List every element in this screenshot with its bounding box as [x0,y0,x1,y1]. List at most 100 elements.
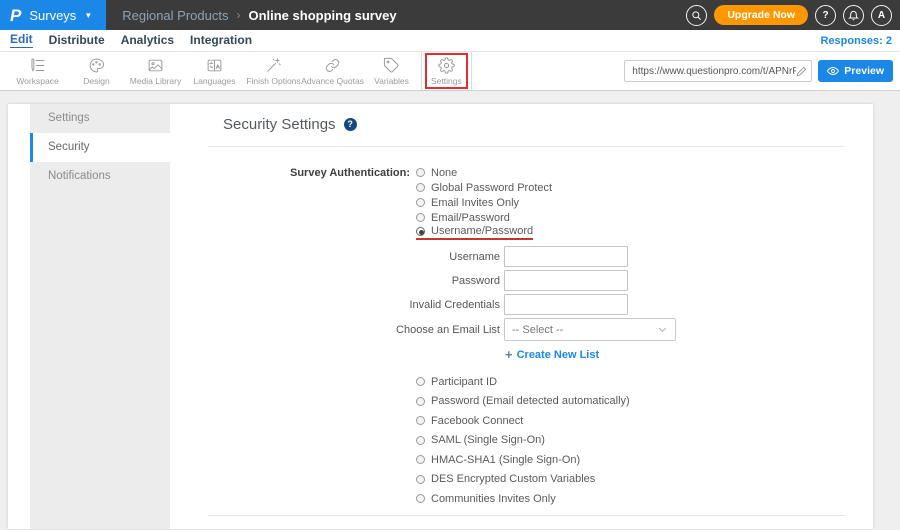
radio-icon[interactable] [416,168,425,177]
radio-option-label: DES Encrypted Custom Variables [431,473,596,485]
radio-option-facebook-connect[interactable]: Facebook Connect [416,413,523,428]
avatar-initial: A [877,9,886,21]
toolbar-item-advance-quotas[interactable]: Advance Quotas [301,57,364,86]
radio-option-hmac-sha1[interactable]: HMAC-SHA1 (Single Sign-On) [416,452,580,467]
radio-option-label: Password (Email detected automatically) [431,395,630,407]
nav-tab-integration[interactable]: Integration [190,33,252,47]
radio-option-password-email-auto[interactable]: Password (Email detected automatically) [416,394,630,409]
invalid-credentials-row: Invalid Credentials [208,294,845,315]
radio-option-global-password[interactable]: Global Password Protect [416,180,552,195]
toolbar-divider [470,52,472,90]
account-avatar[interactable]: A [871,4,892,26]
radio-option-none[interactable]: None [416,165,457,180]
survey-url-field[interactable]: https://www.questionpro.com/t/APNrFZ [624,60,813,82]
radio-icon[interactable] [416,213,425,222]
breadcrumb-separator-icon: › [236,8,241,22]
edit-pencil-icon[interactable] [796,66,807,77]
responses-count[interactable]: Responses: 2 [820,35,892,47]
breadcrumb: Regional Products › Online shopping surv… [122,8,396,23]
password-label: Password [451,274,500,287]
toolbar-item-settings[interactable]: Settings [425,53,468,89]
finish-options-wand-icon [267,57,281,72]
radio-option-label: Facebook Connect [431,414,524,427]
settings-card: Settings Security Notifications Security… [8,104,873,529]
toolbar-item-label: Media Library [129,75,182,86]
toolbar-item-finish-options[interactable]: Finish Options [244,57,303,86]
email-list-select[interactable]: -- Select -- [504,318,676,341]
toolbar-item-variables[interactable]: Variables [362,57,421,86]
settings-sidebar: Settings Security Notifications [30,104,170,529]
survey-url-text: https://www.questionpro.com/t/APNrFZ [632,65,797,77]
toolbar-right-group: https://www.questionpro.com/t/APNrFZ Pre… [624,60,900,82]
radio-icon[interactable] [416,198,425,207]
preview-button[interactable]: Preview [818,60,893,82]
settings-gear-icon [438,57,455,74]
workspace-icon [31,58,45,71]
sidebar-item-security[interactable]: Security [30,133,170,162]
radio-icon-checked[interactable] [416,226,425,236]
advance-quotas-link-icon [325,58,340,72]
radio-option-des-encrypted[interactable]: DES Encrypted Custom Variables [416,472,595,487]
username-input[interactable] [504,246,628,267]
radio-option-label: None [431,166,458,179]
auth-options-group-bottom: Participant ID Password (Email detected … [416,374,845,506]
toolbar-item-label: Advance Quotas [301,75,364,86]
auth-options-group-top: None Global Password Protect Email Invit… [416,165,552,240]
toolbar-item-label: Finish Options [246,75,301,86]
password-input[interactable] [504,270,628,291]
radio-option-label: HMAC-SHA1 (Single Sign-On) [431,453,581,466]
toolbar-divider [421,52,422,90]
radio-option-email-invites[interactable]: Email Invites Only [416,195,519,210]
sidebar-item-settings[interactable]: Settings [30,104,170,133]
survey-nav-bar: Edit Distribute Analytics Integration Re… [0,30,900,52]
radio-icon[interactable] [416,455,425,464]
radio-icon[interactable] [416,494,425,503]
radio-option-saml[interactable]: SAML (Single Sign-On) [416,433,545,448]
top-header-bar: P Surveys ▼ Regional Products › Online s… [0,0,900,30]
toolbar-item-label: Workspace [16,75,59,86]
toolbar-item-languages[interactable]: Languages [185,57,244,86]
search-icon [692,10,702,20]
radio-option-username-password[interactable]: Username/Password [416,225,534,240]
radio-option-communities-invites[interactable]: Communities Invites Only [416,491,556,506]
notifications-button[interactable] [843,4,864,26]
breadcrumb-folder[interactable]: Regional Products [122,8,228,23]
radio-option-label: Participant ID [431,375,498,388]
radio-icon[interactable] [416,377,425,386]
invalid-credentials-input[interactable] [504,294,628,315]
search-button[interactable] [686,4,708,26]
radio-icon[interactable] [416,396,425,406]
radio-option-participant-id[interactable]: Participant ID [416,374,497,389]
create-new-list-link[interactable]: + Create New List [505,348,599,361]
toolbar-item-media-library[interactable]: Media Library [126,57,185,86]
help-button[interactable]: ? [815,4,836,26]
email-list-selected-value: -- Select -- [512,323,564,336]
page-background: Settings Security Notifications Security… [0,91,900,529]
radio-icon[interactable] [416,474,425,484]
nav-tab-distribute[interactable]: Distribute [49,33,105,47]
toolbar-item-design[interactable]: Design [67,57,126,86]
radio-icon[interactable] [416,435,425,445]
radio-icon[interactable] [416,416,425,425]
survey-authentication-row: Survey Authentication: None Global Passw… [208,165,845,240]
nav-tab-edit[interactable]: Edit [10,32,33,49]
eye-icon [827,67,840,75]
toolbar-item-label: Languages [193,75,236,86]
radio-option-label: Global Password Protect [431,181,553,194]
design-palette-icon [89,58,105,72]
sidebar-item-notifications[interactable]: Notifications [30,162,170,191]
preview-label: Preview [844,65,884,77]
radio-option-email-password[interactable]: Email/Password [416,210,510,225]
media-library-icon [148,59,163,71]
variables-tag-icon [383,57,399,72]
invalid-credentials-label: Invalid Credentials [409,298,501,311]
help-question-icon[interactable]: ? [343,117,357,131]
upgrade-now-button[interactable]: Upgrade Now [714,5,808,25]
edit-toolbar: Workspace Design Media Library Languages… [0,52,900,91]
surveys-menu[interactable]: P Surveys ▼ [0,0,107,30]
radio-icon[interactable] [416,183,425,192]
nav-tab-analytics[interactable]: Analytics [121,33,174,47]
languages-icon [207,59,222,71]
toolbar-item-workspace[interactable]: Workspace [8,57,67,86]
radio-option-label: Email Invites Only [431,196,520,209]
